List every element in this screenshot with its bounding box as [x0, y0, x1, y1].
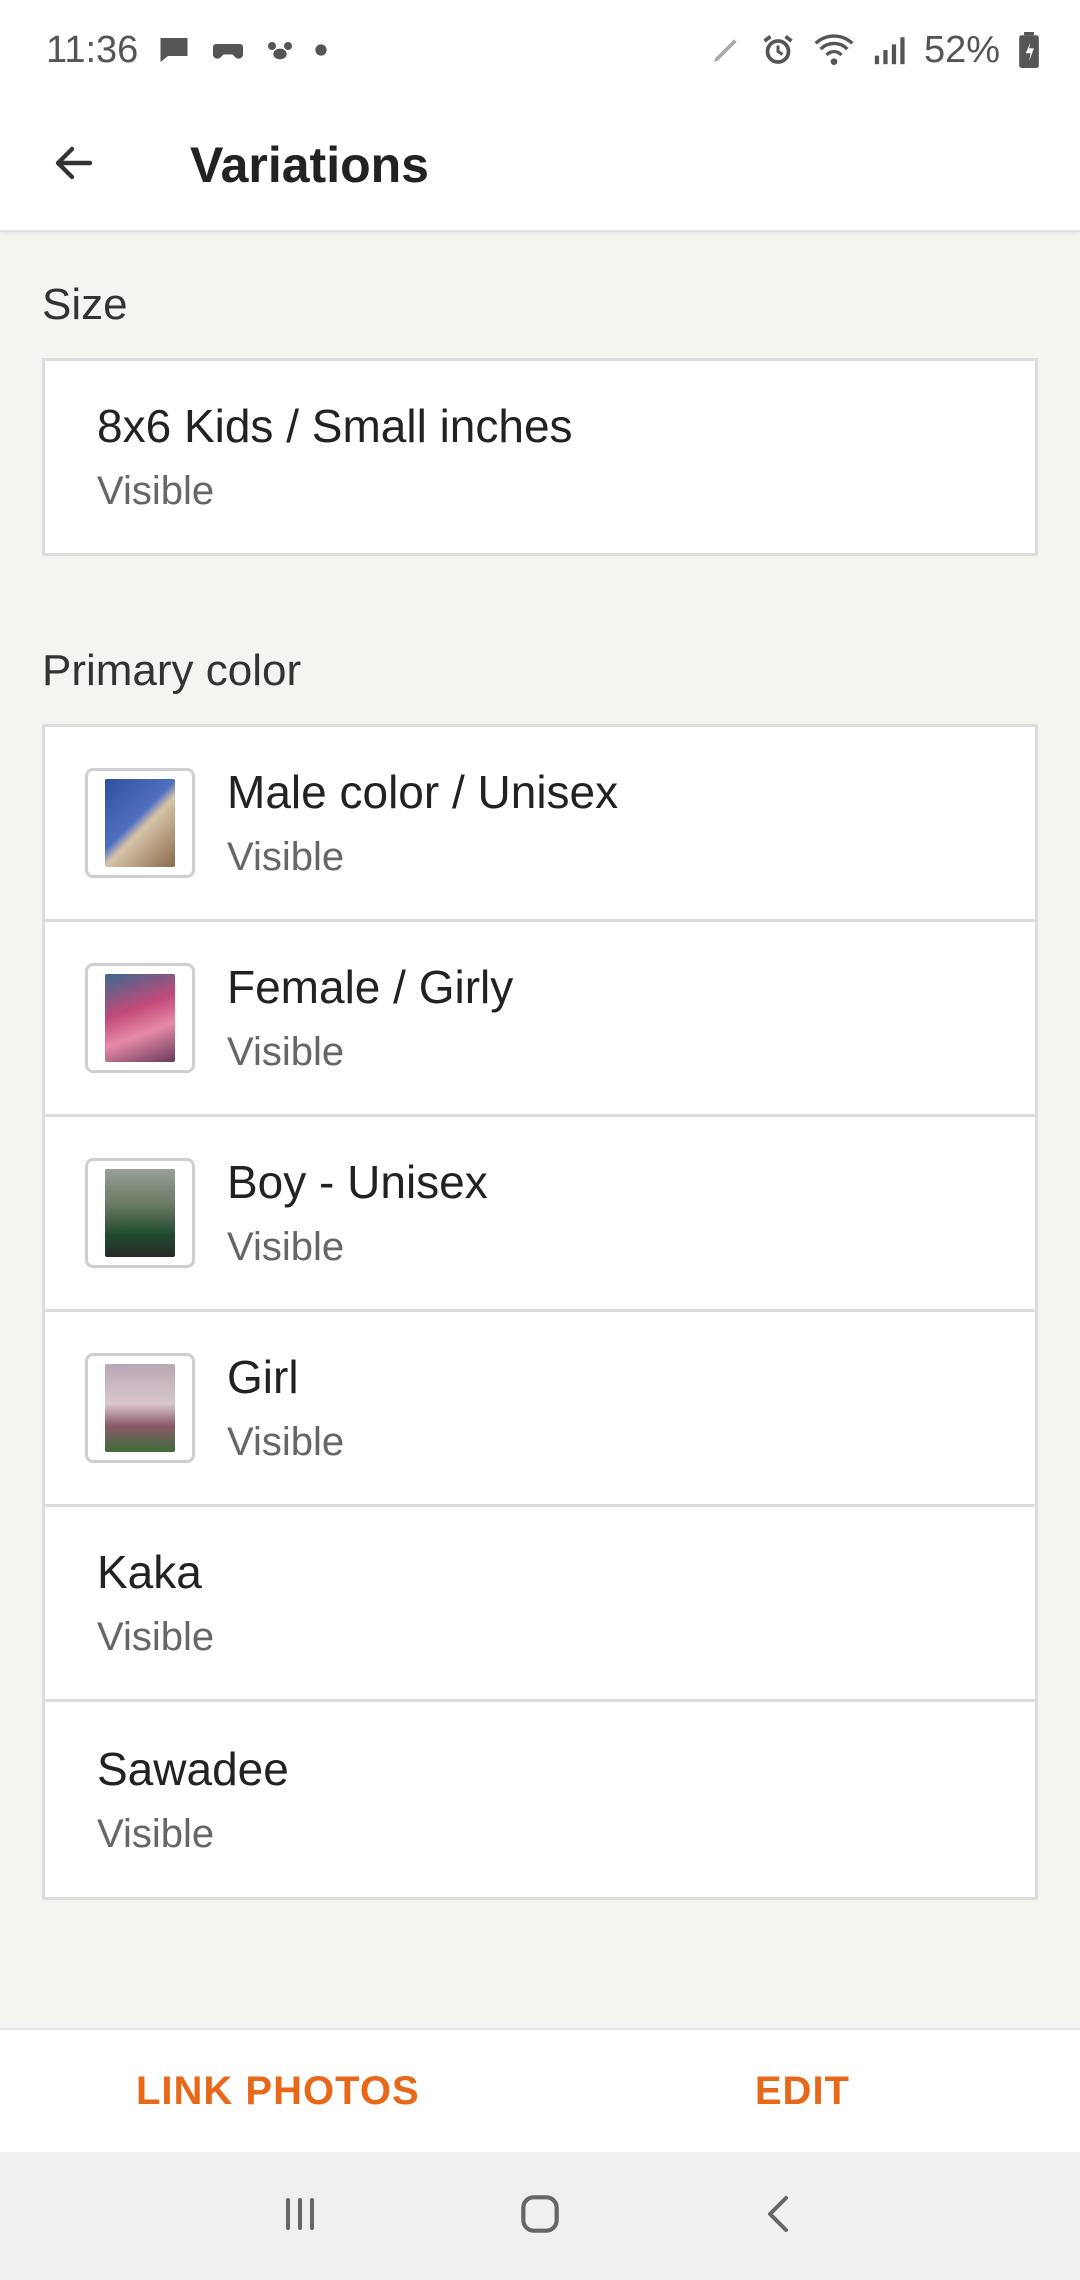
variation-photo [105, 974, 175, 1062]
variation-row-size[interactable]: 8x6 Kids / Small inches Visible [45, 361, 1035, 553]
status-bar: 11:36 52% [0, 0, 1080, 100]
system-nav-bar [0, 2152, 1080, 2280]
row-title: Male color / Unisex [227, 766, 619, 818]
row-status: Visible [227, 835, 345, 879]
alarm-icon [760, 32, 796, 68]
system-back-button[interactable] [735, 2171, 825, 2261]
home-button[interactable] [495, 2171, 585, 2261]
variation-thumbnail [85, 768, 195, 878]
pen-icon [710, 34, 742, 66]
row-status: Visible [227, 1030, 345, 1074]
row-status: Visible [97, 1811, 215, 1856]
link-photos-button[interactable]: LINK PHOTOS [136, 2069, 420, 2114]
variation-row-female-girly[interactable]: Female / Girly Visible [45, 922, 1035, 1117]
row-status: Visible [97, 469, 215, 513]
size-section-label: Size [42, 280, 128, 329]
row-title: 8x6 Kids / Small inches [97, 400, 573, 452]
edit-button[interactable]: EDIT [755, 2069, 850, 2114]
status-left: 11:36 [46, 29, 328, 72]
arrow-left-icon [50, 139, 98, 192]
status-time: 11:36 [46, 28, 139, 71]
variation-thumbnail [85, 1158, 195, 1268]
variation-row-sawadee[interactable]: Sawadee Visible [45, 1702, 1035, 1897]
recent-apps-button[interactable] [255, 2171, 345, 2261]
variation-photo [105, 779, 175, 867]
bottom-action-bar: LINK PHOTOS EDIT [0, 2028, 1080, 2152]
row-title: Sawadee [97, 1742, 289, 1795]
recent-apps-icon [276, 2190, 324, 2243]
row-text: Kaka Visible [97, 1542, 214, 1664]
back-icon [756, 2190, 804, 2243]
paw-icon [264, 34, 296, 66]
app-bar: Variations [0, 100, 1080, 232]
size-card: 8x6 Kids / Small inches Visible [42, 358, 1038, 556]
variation-thumbnail [85, 963, 195, 1073]
variation-row-male-unisex[interactable]: Male color / Unisex Visible [45, 727, 1035, 922]
variation-photo [105, 1169, 175, 1257]
row-title: Girl [227, 1351, 299, 1403]
signal-icon [872, 33, 906, 67]
variation-row-boy-unisex[interactable]: Boy - Unisex Visible [45, 1117, 1035, 1312]
wifi-icon [814, 32, 854, 68]
row-status: Visible [97, 1615, 215, 1659]
row-status: Visible [227, 1225, 345, 1269]
back-button[interactable] [36, 127, 112, 203]
row-title: Boy - Unisex [227, 1156, 488, 1208]
home-icon [515, 2189, 565, 2244]
message-icon [156, 32, 192, 68]
primary-color-card: Male color / Unisex Visible Female / Gir… [42, 724, 1038, 1900]
page-title: Variations [190, 137, 429, 193]
row-title: Kaka [97, 1546, 202, 1598]
battery-percent: 52% [923, 28, 1000, 71]
game-icon [210, 32, 246, 68]
row-title: Female / Girly [227, 961, 514, 1013]
battery-icon [1018, 32, 1040, 68]
variation-row-kaka[interactable]: Kaka Visible [45, 1507, 1035, 1702]
row-text: Female / Girly Visible [227, 957, 513, 1079]
row-text: Sawadee Visible [97, 1739, 289, 1861]
variation-row-girl[interactable]: Girl Visible [45, 1312, 1035, 1507]
variation-photo [105, 1364, 175, 1452]
status-right: 52% [710, 29, 1040, 72]
row-status: Visible [227, 1420, 345, 1464]
row-text: Girl Visible [227, 1347, 344, 1469]
row-text: 8x6 Kids / Small inches Visible [97, 396, 573, 518]
variation-thumbnail [85, 1353, 195, 1463]
dot-icon [314, 43, 328, 57]
primary-color-section-label: Primary color [42, 646, 302, 695]
row-text: Boy - Unisex Visible [227, 1152, 488, 1274]
row-text: Male color / Unisex Visible [227, 762, 618, 884]
